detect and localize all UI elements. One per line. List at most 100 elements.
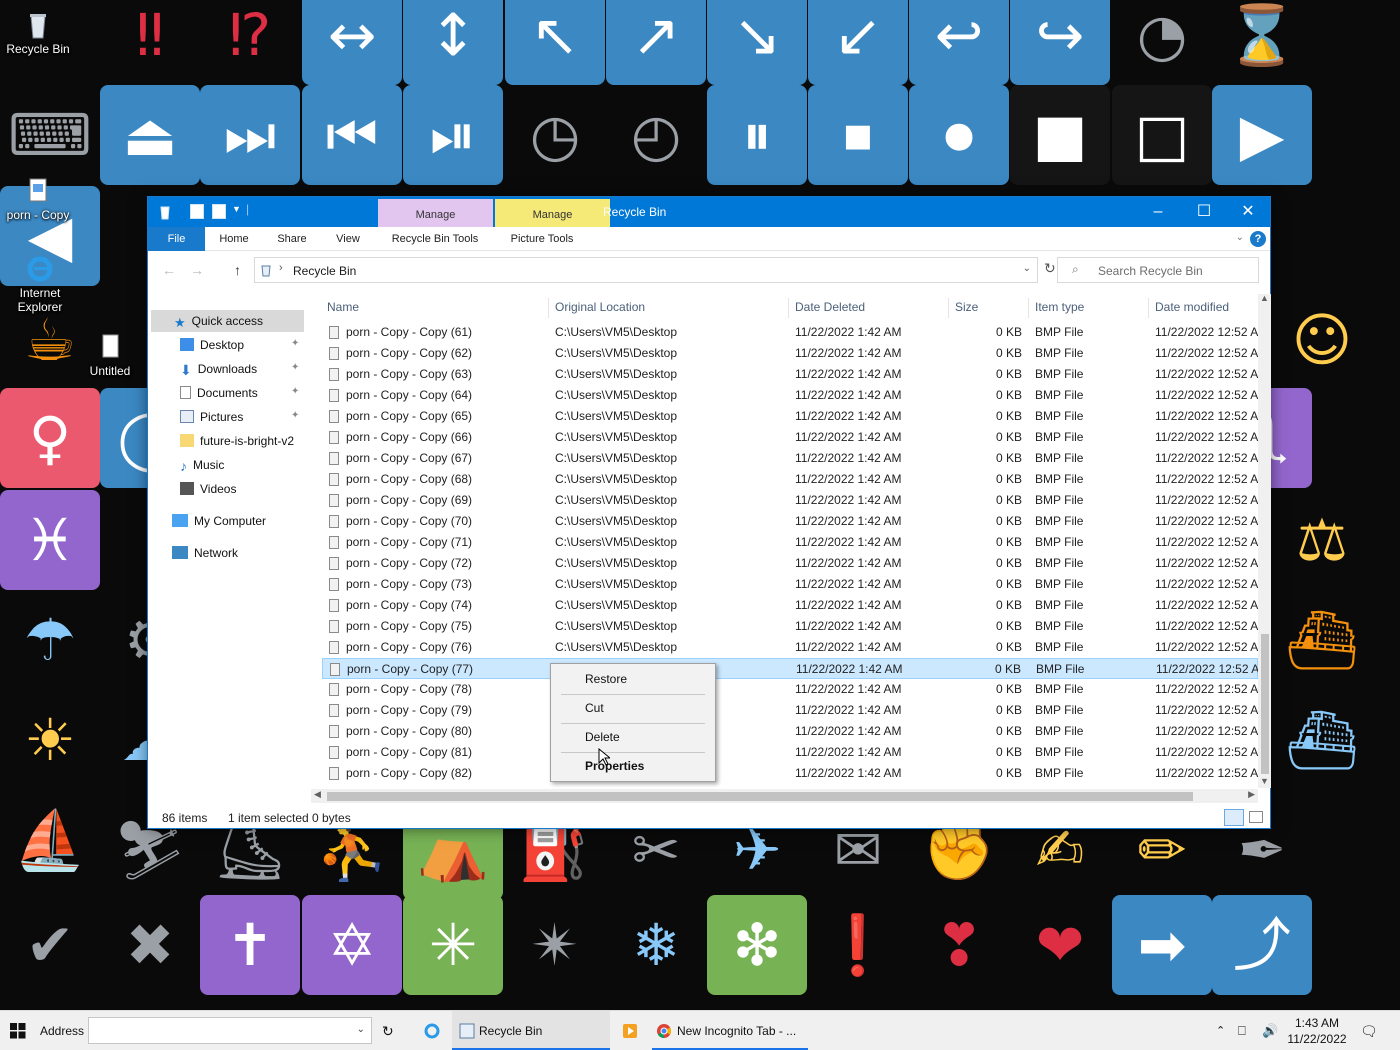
taskbar-address-input[interactable]: ⌄ (88, 1017, 372, 1044)
pin-icon[interactable]: ✦ (291, 410, 299, 421)
minimize-button[interactable]: – (1135, 197, 1181, 227)
column-separator[interactable] (788, 298, 789, 318)
table-row[interactable]: porn - Copy - Copy (63) C:\Users\VM5\Desk… (322, 364, 1258, 385)
table-row[interactable]: porn - Copy - Copy (78) 11/22/2022 1:42 A… (322, 679, 1258, 700)
column-separator[interactable] (948, 298, 949, 318)
vertical-scrollbar[interactable]: ▲ ▼ (1258, 293, 1271, 788)
table-row[interactable]: porn - Copy - Copy (77) 11/22/2022 1:42 A… (322, 658, 1258, 679)
column-separator[interactable] (1028, 298, 1029, 318)
column-header-name[interactable]: Name (327, 300, 359, 314)
new-folder-icon[interactable] (212, 204, 226, 219)
nav-my-computer[interactable]: My Computer (172, 510, 266, 532)
taskbar-clock[interactable]: 1:43 AM 11/22/2022 (1282, 1015, 1352, 1047)
context-tab-manage-picture[interactable]: Manage (495, 199, 610, 227)
horizontal-scrollbar[interactable]: ◀ ▶ (311, 789, 1258, 803)
network-icon[interactable]: ⎕ (1238, 1011, 1246, 1050)
large-icons-view-icon[interactable] (1249, 811, 1263, 823)
refresh-icon[interactable]: ↻ (382, 1011, 394, 1050)
volume-icon[interactable]: 🔊 (1262, 1011, 1278, 1050)
taskbar-chrome-incognito[interactable]: New Incognito Tab - ... (652, 1011, 808, 1050)
nav-item-desktop[interactable]: Desktop (180, 334, 244, 356)
table-row[interactable]: porn - Copy - Copy (76) C:\Users\VM5\Desk… (322, 637, 1258, 658)
tab-recycle-bin-tools[interactable]: Recycle Bin Tools (380, 227, 490, 251)
nav-quick-access[interactable]: ★ Quick access (151, 310, 304, 332)
table-row[interactable]: porn - Copy - Copy (69) C:\Users\VM5\Desk… (322, 490, 1258, 511)
chevron-down-icon[interactable]: ⌄ (1023, 263, 1031, 274)
address-field[interactable]: › Recycle Bin ⌄ (254, 257, 1038, 283)
nav-item-documents[interactable]: Documents (180, 382, 258, 404)
menu-item-delete[interactable]: Delete (552, 725, 714, 749)
column-separator[interactable] (1148, 298, 1149, 318)
menu-item-cut[interactable]: Cut (552, 696, 714, 720)
table-row[interactable]: porn - Copy - Copy (70) C:\Users\VM5\Desk… (322, 511, 1258, 532)
notifications-icon[interactable]: 🗨 (1360, 1011, 1378, 1050)
tab-picture-tools[interactable]: Picture Tools (498, 227, 586, 251)
chevron-up-icon[interactable]: ⌃ (1216, 1011, 1225, 1050)
table-row[interactable]: porn - Copy - Copy (72) C:\Users\VM5\Desk… (322, 553, 1258, 574)
forward-arrow-icon[interactable]: → (190, 262, 204, 278)
scroll-up-icon[interactable]: ▲ (1260, 293, 1269, 303)
help-icon[interactable]: ? (1250, 231, 1266, 247)
menu-item-properties[interactable]: Properties (552, 754, 714, 778)
nav-network[interactable]: Network (172, 542, 238, 564)
table-row[interactable]: porn - Copy - Copy (81) 11/22/2022 1:42 A… (322, 742, 1258, 763)
refresh-icon[interactable]: ↻ (1044, 260, 1056, 277)
menu-item-restore[interactable]: Restore (552, 667, 714, 691)
table-row[interactable]: porn - Copy - Copy (75) C:\Users\VM5\Desk… (322, 616, 1258, 637)
table-row[interactable]: porn - Copy - Copy (82) 11/22/2022 1:42 A… (322, 763, 1258, 784)
nav-item-music[interactable]: ♪ Music (180, 454, 224, 476)
table-row[interactable]: porn - Copy - Copy (66) C:\Users\VM5\Desk… (322, 427, 1258, 448)
back-arrow-icon[interactable]: ← (162, 262, 176, 278)
nav-item-videos[interactable]: Videos (180, 478, 236, 500)
maximize-button[interactable]: ☐ (1181, 197, 1227, 227)
desktop-icon-internet-explorer[interactable]: Internet Explorer (2, 254, 78, 314)
up-arrow-icon[interactable]: ↑ (234, 262, 241, 278)
column-separator[interactable] (548, 298, 549, 318)
expand-ribbon-icon[interactable]: ⌄ (1236, 232, 1244, 243)
column-header-original-location[interactable]: Original Location (555, 300, 645, 314)
tab-view[interactable]: View (324, 227, 372, 251)
table-row[interactable]: porn - Copy - Copy (79) 11/22/2022 1:42 A… (322, 700, 1258, 721)
table-row[interactable]: porn - Copy - Copy (61) C:\Users\VM5\Desk… (322, 322, 1258, 343)
title-bar[interactable]: ▼ | Manage Manage Recycle Bin – ☐ ✕ (148, 197, 1270, 227)
details-view-icon[interactable] (1224, 809, 1244, 826)
taskbar-recycle-bin[interactable]: Recycle Bin (452, 1011, 610, 1050)
desktop-icon-untitled[interactable]: Untitled (72, 332, 148, 378)
table-row[interactable]: porn - Copy - Copy (65) C:\Users\VM5\Desk… (322, 406, 1258, 427)
close-button[interactable]: ✕ (1225, 197, 1271, 227)
pin-icon[interactable]: ✦ (291, 386, 299, 397)
column-header-size[interactable]: Size (955, 300, 978, 314)
table-row[interactable]: porn - Copy - Copy (64) C:\Users\VM5\Desk… (322, 385, 1258, 406)
table-row[interactable]: porn - Copy - Copy (67) C:\Users\VM5\Desk… (322, 448, 1258, 469)
nav-item-downloads[interactable]: ⬇ Downloads (180, 358, 257, 380)
column-header-date-deleted[interactable]: Date Deleted (795, 300, 865, 314)
tab-share[interactable]: Share (268, 227, 316, 251)
table-row[interactable]: porn - Copy - Copy (68) C:\Users\VM5\Desk… (322, 469, 1258, 490)
column-header-item-type[interactable]: Item type (1035, 300, 1084, 314)
table-row[interactable]: porn - Copy - Copy (74) C:\Users\VM5\Desk… (322, 595, 1258, 616)
table-row[interactable]: porn - Copy - Copy (73) C:\Users\VM5\Desk… (322, 574, 1258, 595)
desktop-icon-porn-copy[interactable]: porn - Copy (0, 176, 76, 222)
desktop-icon-recycle-bin[interactable]: Recycle Bin (0, 10, 76, 56)
vertical-scroll-thumb[interactable] (1261, 634, 1269, 774)
table-row[interactable]: porn - Copy - Copy (62) C:\Users\VM5\Desk… (322, 343, 1258, 364)
nav-item-future-is-bright[interactable]: future-is-bright-v2 (180, 430, 294, 452)
search-input[interactable]: ⌕ Search Recycle Bin (1057, 257, 1259, 283)
pin-icon[interactable]: ✦ (291, 362, 299, 373)
scroll-down-icon[interactable]: ▼ (1260, 776, 1269, 786)
chevron-down-icon[interactable]: ▼ (232, 204, 241, 214)
table-row[interactable]: porn - Copy - Copy (71) C:\Users\VM5\Desk… (322, 532, 1258, 553)
tab-file[interactable]: File (148, 227, 205, 251)
nav-item-pictures[interactable]: Pictures (180, 406, 243, 428)
scroll-left-icon[interactable]: ◀ (314, 789, 321, 800)
chevron-down-icon[interactable]: ⌄ (357, 1024, 365, 1035)
column-header-date-modified[interactable]: Date modified (1155, 300, 1229, 314)
table-row[interactable]: porn - Copy - Copy (80) 11/22/2022 1:42 A… (322, 721, 1258, 742)
wallpaper-tile: ♓ (0, 490, 100, 590)
horizontal-scroll-thumb[interactable] (327, 792, 1193, 801)
context-tab-manage-recycle[interactable]: Manage (378, 199, 493, 227)
tab-home[interactable]: Home (210, 227, 258, 251)
scroll-right-icon[interactable]: ▶ (1248, 789, 1255, 800)
properties-icon[interactable] (190, 204, 204, 219)
pin-icon[interactable]: ✦ (291, 338, 299, 349)
